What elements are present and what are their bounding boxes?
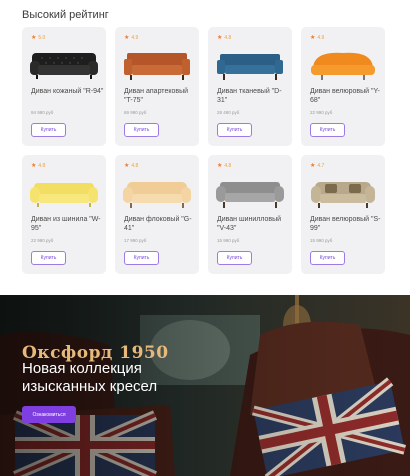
rating: ★ 4.7 [310, 163, 324, 169]
rating: ★ 4.8 [217, 35, 231, 41]
buy-button[interactable]: Купить [124, 251, 159, 265]
rating: ★ 5.0 [31, 35, 45, 41]
rating-value: 4.8 [224, 35, 232, 41]
sofa-image [311, 182, 375, 208]
rating: ★ 4.8 [124, 163, 138, 169]
product-card[interactable]: ★ 4.8 Диван флоковый "G-41" 17 990 руб Ку… [115, 155, 199, 274]
sofa-image [311, 52, 375, 80]
product-card[interactable]: ★ 4.8 Диван из шинила "W-95" 22 990 руб К… [22, 155, 106, 274]
star-icon: ★ [124, 163, 130, 169]
product-card[interactable]: ★ 4.8 Диван шинилловый "V-43" 15 990 руб … [208, 155, 292, 274]
buy-button[interactable]: Купить [31, 123, 66, 137]
product-price: 15 990 руб [310, 238, 333, 243]
buy-button[interactable]: Купить [310, 123, 345, 137]
product-price: 94 990 руб [31, 110, 54, 115]
product-price: 28 490 руб [217, 110, 240, 115]
rating-value: 4.7 [317, 163, 325, 169]
product-name: Диван велюровый "S-99" [310, 216, 381, 232]
product-card[interactable]: ★ 4.9 Диван апартековый "T-75" 69 990 руб… [115, 27, 199, 146]
product-price: 69 990 руб [124, 110, 147, 115]
star-icon: ★ [217, 35, 223, 41]
product-card[interactable]: ★ 4.7 Диван велюровый "S-99" 15 990 руб К… [301, 155, 385, 274]
sofa-image [216, 182, 284, 208]
sofa-image [30, 53, 98, 79]
rating-value: 4.9 [317, 35, 325, 41]
product-name: Диван велюровый "Y-68" [310, 88, 380, 104]
rating-value: 4.8 [131, 163, 139, 169]
buy-button[interactable]: Купить [31, 251, 66, 265]
product-name: Диван апартековый "T-75" [124, 88, 189, 104]
sofa-image [123, 182, 191, 208]
sofa-image [217, 54, 283, 80]
product-name: Диван флоковый "G-41" [124, 216, 192, 232]
banner-subtitle: Новая коллекция изысканных кресел [22, 360, 158, 395]
product-price: 17 990 руб [124, 238, 147, 243]
rating-value: 4.9 [131, 35, 139, 41]
rating: ★ 4.9 [124, 35, 138, 41]
product-card[interactable]: ★ 4.8 Диван тканевый "D-31" 28 490 руб Ку… [208, 27, 292, 146]
product-price: 15 990 руб [217, 238, 240, 243]
product-name: Диван из шинила "W-95" [31, 216, 101, 232]
product-card[interactable]: ★ 5.0 Диван кожаный "R-94" 94 990 руб Куп… [22, 27, 106, 146]
product-name: Диван тканевый "D-31" [217, 88, 282, 104]
star-icon: ★ [310, 163, 316, 169]
rating: ★ 4.8 [217, 163, 231, 169]
buy-button[interactable]: Купить [217, 123, 252, 137]
buy-button[interactable]: Купить [310, 251, 345, 265]
star-icon: ★ [31, 35, 37, 41]
product-name: Диван шинилловый "V-43" [217, 216, 282, 232]
product-name: Диван кожаный "R-94" [31, 88, 104, 95]
star-icon: ★ [31, 163, 37, 169]
star-icon: ★ [217, 163, 223, 169]
star-icon: ★ [310, 35, 316, 41]
product-card[interactable]: ★ 4.9 Диван велюровый "Y-68" 22 990 руб К… [301, 27, 385, 146]
sofa-image [124, 53, 190, 80]
rating-value: 4.8 [224, 163, 232, 169]
explore-button[interactable]: Ознакомиться [22, 406, 76, 423]
sofa-image [30, 183, 98, 207]
product-grid: ★ 5.0 Диван кожаный "R-94" 94 990 руб Куп… [22, 27, 385, 274]
rating-value: 4.8 [38, 163, 46, 169]
rating-value: 5.0 [38, 35, 46, 41]
product-price: 22 990 руб [310, 110, 333, 115]
buy-button[interactable]: Купить [217, 251, 252, 265]
product-price: 22 990 руб [31, 238, 54, 243]
section-title: Высокий рейтинг [22, 9, 109, 21]
star-icon: ★ [124, 35, 130, 41]
buy-button[interactable]: Купить [124, 123, 159, 137]
rating: ★ 4.8 [31, 163, 45, 169]
rating: ★ 4.9 [310, 35, 324, 41]
